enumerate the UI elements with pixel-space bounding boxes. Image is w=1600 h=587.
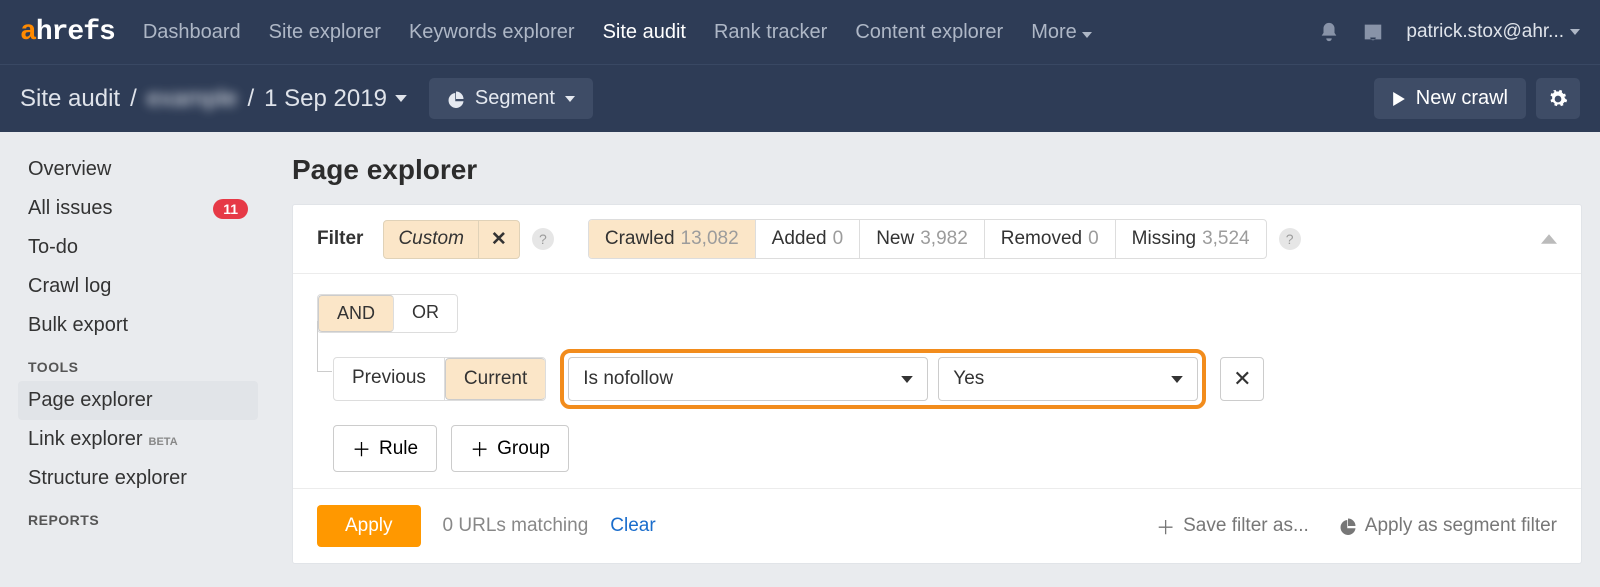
- add-rule-button[interactable]: ＋Rule: [333, 425, 437, 472]
- filter-label: Filter: [317, 228, 363, 250]
- play-icon: [1392, 92, 1406, 106]
- tab-new[interactable]: New3,982: [860, 220, 985, 258]
- sidebar: Overview All issues 11 To-do Crawl log B…: [0, 132, 270, 564]
- filter-builder: AND OR Previous Current Is nofollow: [293, 274, 1581, 489]
- breadcrumb: Site audit / example / 1 Sep 2019: [20, 85, 407, 113]
- caret-down-icon: [565, 96, 575, 102]
- gear-icon: [1548, 89, 1568, 109]
- sidebar-item-overview[interactable]: Overview: [18, 150, 258, 189]
- pie-icon: [447, 90, 465, 108]
- add-group-button[interactable]: ＋Group: [451, 425, 569, 472]
- remove-rule-button[interactable]: ✕: [1220, 357, 1264, 401]
- filter-panel: Filter Custom ✕ ? Crawled13,082 Added0 N…: [292, 204, 1582, 564]
- tab-removed[interactable]: Removed0: [985, 220, 1116, 258]
- filter-custom-chip: Custom ✕: [383, 220, 519, 259]
- layout: Overview All issues 11 To-do Crawl log B…: [0, 132, 1600, 564]
- filter-tabs: Crawled13,082 Added0 New3,982 Removed0 M…: [588, 219, 1267, 259]
- footer-right: ＋Save filter as... Apply as segment filt…: [1156, 513, 1557, 540]
- crumb-site[interactable]: example: [147, 85, 238, 113]
- add-row: ＋Rule ＋Group: [317, 425, 1557, 472]
- save-filter-button[interactable]: ＋Save filter as...: [1156, 513, 1309, 540]
- user-name: patrick.stox@ahr...: [1406, 21, 1564, 43]
- value-select[interactable]: Yes: [938, 357, 1198, 401]
- and-or-toggle: AND OR: [317, 294, 458, 333]
- inbox-icon[interactable]: [1362, 21, 1384, 43]
- page-title: Page explorer: [292, 154, 1582, 186]
- settings-button[interactable]: [1536, 78, 1580, 119]
- nav-keywords-explorer[interactable]: Keywords explorer: [409, 21, 575, 44]
- previous-option[interactable]: Previous: [334, 358, 445, 400]
- matching-count: 0 URLs matching: [443, 515, 589, 537]
- filter-bar: Filter Custom ✕ ? Crawled13,082 Added0 N…: [293, 205, 1581, 274]
- bell-icon[interactable]: [1318, 21, 1340, 43]
- nav-content-explorer[interactable]: Content explorer: [855, 21, 1003, 44]
- tab-crawled[interactable]: Crawled13,082: [589, 220, 756, 258]
- nav-site-audit[interactable]: Site audit: [603, 21, 686, 44]
- caret-down-icon: [1171, 376, 1183, 383]
- sidebar-item-page-explorer[interactable]: Page explorer: [18, 381, 258, 420]
- nav-dashboard[interactable]: Dashboard: [143, 21, 241, 44]
- tab-added[interactable]: Added0: [756, 220, 861, 258]
- collapse-toggle[interactable]: [1541, 234, 1557, 244]
- topbar: ahrefs Dashboard Site explorer Keywords …: [0, 0, 1600, 64]
- top-nav: Dashboard Site explorer Keywords explore…: [143, 21, 1093, 44]
- sidebar-item-structure-explorer[interactable]: Structure explorer: [18, 459, 258, 498]
- sidebar-item-bulk-export[interactable]: Bulk export: [18, 306, 258, 345]
- tab-missing[interactable]: Missing3,524: [1116, 220, 1266, 258]
- highlight-box: Is nofollow Yes: [560, 349, 1206, 409]
- logo-a: a: [20, 17, 36, 48]
- topbar-right: patrick.stox@ahr...: [1318, 21, 1580, 43]
- issues-badge: 11: [213, 199, 248, 219]
- logo[interactable]: ahrefs: [20, 17, 115, 48]
- sidebar-item-link-explorer[interactable]: Link explorerBETA: [18, 420, 258, 459]
- nav-rank-tracker[interactable]: Rank tracker: [714, 21, 827, 44]
- sidebar-item-todo[interactable]: To-do: [18, 228, 258, 267]
- segment-button[interactable]: Segment: [429, 78, 593, 119]
- subbar-right: New crawl: [1374, 78, 1580, 119]
- user-menu[interactable]: patrick.stox@ahr...: [1406, 21, 1580, 43]
- caret-down-icon: [901, 376, 913, 383]
- crumb-date[interactable]: 1 Sep 2019: [264, 85, 407, 113]
- or-option[interactable]: OR: [394, 295, 457, 332]
- plus-icon: ＋: [352, 435, 371, 462]
- clear-link[interactable]: Clear: [610, 515, 655, 537]
- sidebar-head-tools: TOOLS: [18, 345, 258, 381]
- chip-text: Custom: [384, 221, 477, 257]
- sidebar-head-reports: REPORTS: [18, 498, 258, 534]
- help-icon[interactable]: ?: [1279, 228, 1301, 250]
- filter-footer: Apply 0 URLs matching Clear ＋Save filter…: [293, 489, 1581, 563]
- rule-row: Previous Current Is nofollow Yes ✕: [317, 349, 1557, 409]
- chevron-up-icon: [1541, 234, 1557, 244]
- subbar: Site audit / example / 1 Sep 2019 Segmen…: [0, 64, 1600, 132]
- new-crawl-button[interactable]: New crawl: [1374, 78, 1526, 119]
- plus-icon: ＋: [470, 435, 489, 462]
- nav-site-explorer[interactable]: Site explorer: [269, 21, 381, 44]
- caret-down-icon: [1082, 32, 1092, 38]
- nav-more[interactable]: More: [1031, 21, 1092, 44]
- apply-button[interactable]: Apply: [317, 505, 421, 547]
- beta-badge: BETA: [149, 436, 178, 448]
- caret-down-icon: [1570, 29, 1580, 35]
- prev-current-toggle: Previous Current: [333, 357, 546, 401]
- apply-segment-button[interactable]: Apply as segment filter: [1339, 515, 1557, 537]
- crumb-root[interactable]: Site audit: [20, 85, 120, 113]
- plus-icon: ＋: [1156, 513, 1175, 540]
- help-icon[interactable]: ?: [532, 228, 554, 250]
- main: Page explorer Filter Custom ✕ ? Crawled1…: [270, 132, 1600, 564]
- sidebar-item-crawl-log[interactable]: Crawl log: [18, 267, 258, 306]
- chip-remove[interactable]: ✕: [478, 221, 519, 258]
- field-select[interactable]: Is nofollow: [568, 357, 928, 401]
- caret-down-icon: [395, 95, 407, 102]
- current-option[interactable]: Current: [445, 358, 545, 400]
- logo-rest: hrefs: [36, 17, 115, 48]
- sidebar-item-all-issues[interactable]: All issues 11: [18, 189, 258, 228]
- pie-icon: [1339, 517, 1357, 535]
